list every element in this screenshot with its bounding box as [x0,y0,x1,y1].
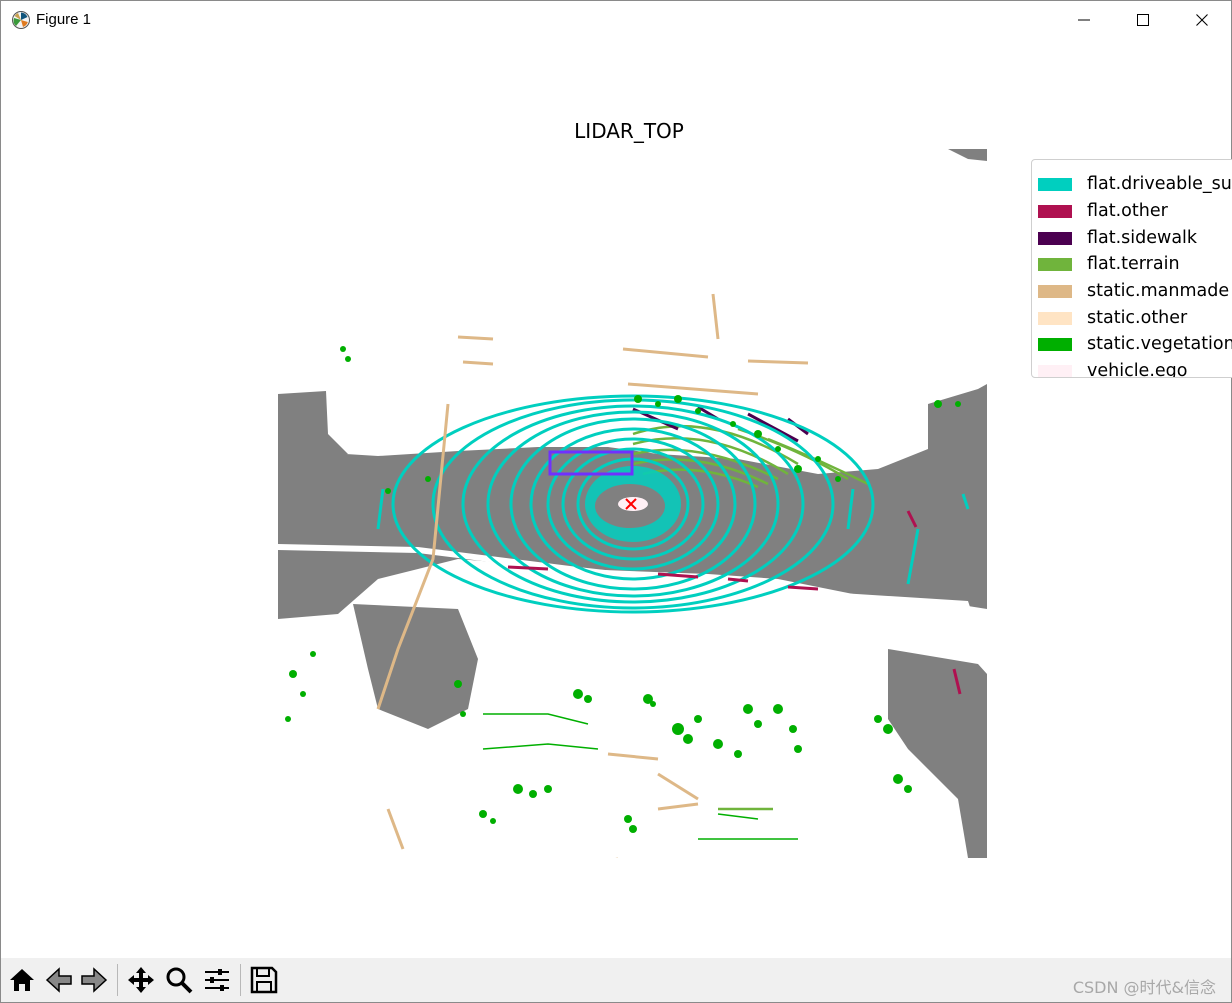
close-button[interactable] [1173,1,1231,39]
legend-item: vehicle.ego [1038,361,1188,378]
legend-label: flat.terrain [1087,254,1180,274]
legend-label: static.manmade [1087,281,1230,301]
pan-icon [128,967,154,993]
forward-button[interactable] [76,962,112,998]
toolbar-separator [117,964,118,996]
legend: flat.driveable_su flat.other flat.sidewa… [1031,159,1232,378]
close-icon [1196,14,1208,26]
watermark: CSDN @时代&信念 [1072,978,1216,997]
legend-swatch-static-other [1038,311,1072,325]
configure-subplots-icon [205,969,229,991]
plot-title: LIDAR_TOP [574,119,684,143]
legend-swatch-manmade [1038,284,1072,298]
legend-item: static.manmade [1038,281,1229,301]
legend-swatch-vegetation [1038,337,1072,351]
home-button[interactable] [4,962,40,998]
legend-label: static.other [1087,308,1188,328]
save-icon [250,966,278,994]
configure-subplots-button[interactable] [199,962,235,998]
maximize-button[interactable] [1114,1,1172,39]
legend-label: vehicle.ego [1087,361,1188,378]
legend-label: flat.other [1087,201,1168,221]
pan-button[interactable] [123,962,159,998]
minimize-button[interactable] [1055,1,1113,39]
legend-item: static.other [1038,308,1187,328]
legend-item: flat.sidewalk [1038,228,1197,248]
home-icon [10,969,34,991]
forward-icon [81,967,108,993]
legend-item: flat.other [1038,201,1168,221]
legend-swatch-terrain [1038,257,1072,271]
minimize-icon [1078,19,1090,21]
legend-item: flat.terrain [1038,254,1180,274]
figure-canvas[interactable]: LIDAR_TOP flat.driveable_su flat.other f… [1,39,1232,958]
matplotlib-icon [12,11,30,29]
legend-swatch-ego [1038,364,1072,377]
navigation-toolbar: CSDN @时代&信念 [1,958,1231,1002]
window-title: Figure 1 [36,11,92,28]
zoom-icon [166,967,193,994]
legend-label: static.vegetation [1087,334,1232,354]
legend-swatch-flat-other [1038,204,1072,218]
legend-item: static.vegetation [1038,334,1232,354]
legend-item: flat.driveable_su [1038,174,1232,194]
back-icon [45,967,72,993]
toolbar-separator [240,964,241,996]
maximize-icon [1137,14,1149,26]
ego-vehicle [595,484,665,528]
legend-swatch-driveable [1038,177,1072,191]
zoom-button[interactable] [161,962,197,998]
save-button[interactable] [246,962,282,998]
legend-swatch-sidewalk [1038,231,1072,245]
legend-label: flat.driveable_su [1087,174,1232,194]
figure-window: Figure 1 LIDAR_TOP flat.driveable_su fla… [0,0,1232,1003]
title-bar: Figure 1 [1,1,1231,39]
legend-label: flat.sidewalk [1087,228,1198,248]
lidar-segmentation-image[interactable] [278,149,987,858]
back-button[interactable] [41,962,77,998]
